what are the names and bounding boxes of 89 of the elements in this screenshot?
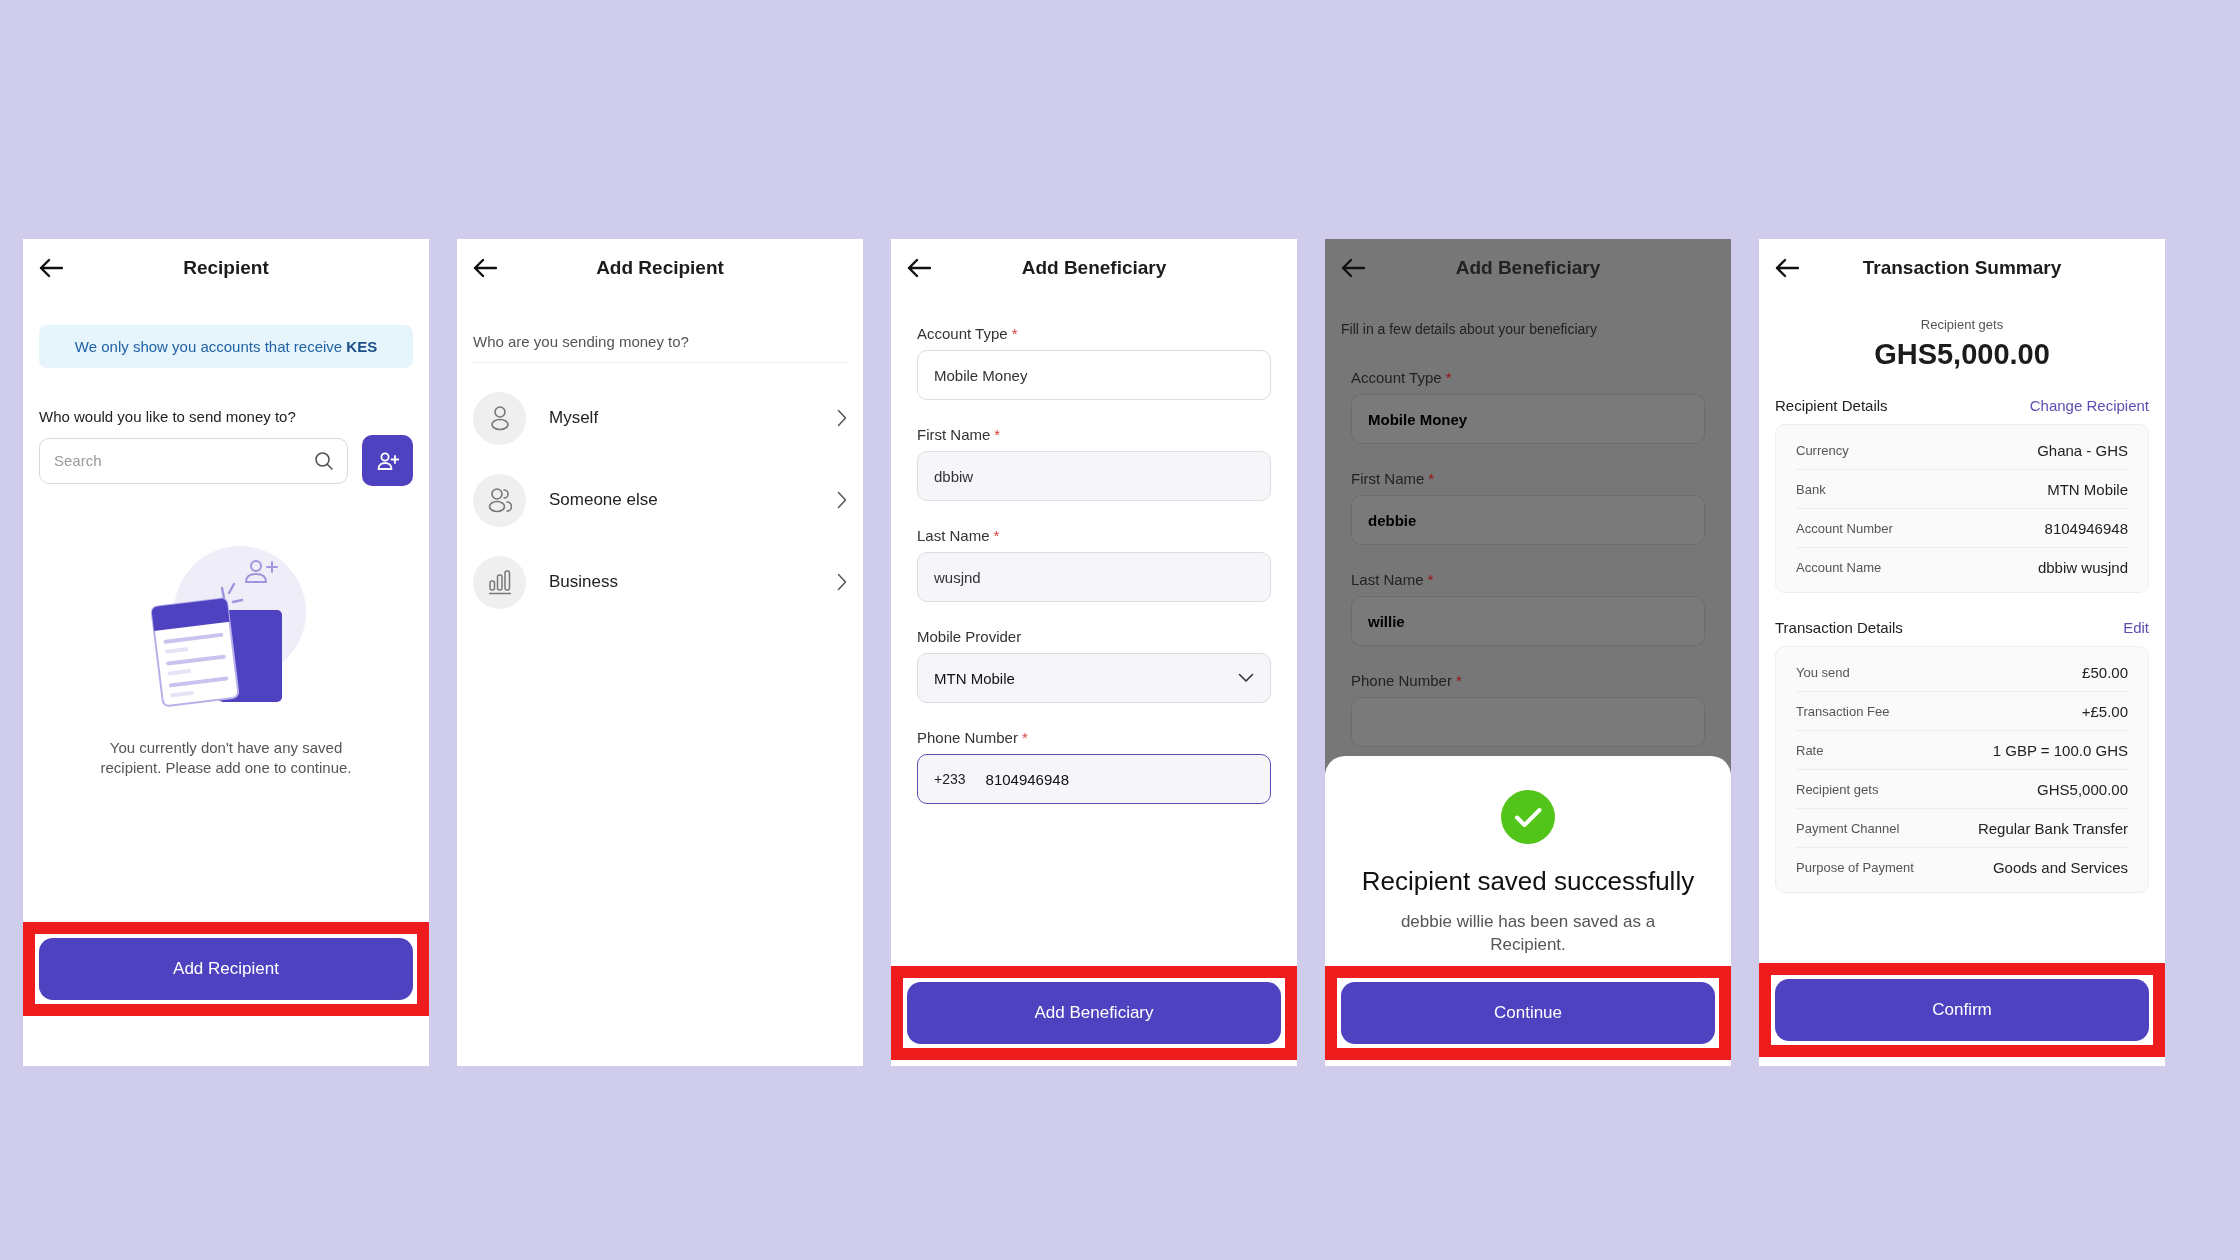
person-icon xyxy=(489,405,510,431)
section-label: Who are you sending money to? xyxy=(473,333,847,363)
sheet-title: Recipient saved successfully xyxy=(1361,866,1695,897)
required-mark: * xyxy=(1445,369,1452,386)
back-arrow-icon[interactable] xyxy=(473,258,497,278)
required-mark: * xyxy=(994,426,1001,443)
required-mark: * xyxy=(1427,571,1434,588)
screen-title: Transaction Summary xyxy=(1862,257,2062,279)
back-arrow-icon[interactable] xyxy=(907,258,931,278)
option-label: Someone else xyxy=(549,490,659,510)
option-row[interactable]: Myself xyxy=(473,377,847,459)
required-mark: * xyxy=(1011,325,1018,342)
chevron-right-icon xyxy=(837,491,847,509)
section-title: Recipient Details xyxy=(1775,397,1888,414)
primary-button[interactable]: Confirm xyxy=(1775,979,2149,1041)
primary-button[interactable]: Continue xyxy=(1341,982,1715,1044)
field-label: Account Type xyxy=(917,325,1008,342)
detail-label: Payment Channel xyxy=(1796,820,1900,836)
primary-button[interactable]: Add Beneficiary xyxy=(907,982,1281,1044)
field-label: First Name xyxy=(917,426,991,443)
option-label: Business xyxy=(549,572,619,592)
detail-value: Regular Bank Transfer xyxy=(1977,819,2128,837)
option-row[interactable]: Someone else xyxy=(473,459,847,541)
detail-value: 1 GBP = 100.0 GHS xyxy=(1992,741,2128,759)
detail-value: £50.00 xyxy=(2082,663,2128,681)
required-mark: * xyxy=(993,527,1000,544)
chevron-right-icon xyxy=(837,409,847,427)
field-label: Last Name xyxy=(917,527,990,544)
screen-title: Add Recipient xyxy=(596,257,724,279)
input-field[interactable]: wusjnd xyxy=(917,552,1271,602)
detail-label: Recipient gets xyxy=(1796,781,1879,797)
detail-label: Transaction Fee xyxy=(1796,703,1890,719)
detail-value: Goods and Services xyxy=(1992,858,2128,876)
detail-value: dbbiw wusjnd xyxy=(2037,558,2128,576)
section-link[interactable]: Edit xyxy=(2123,619,2149,636)
option-label: Myself xyxy=(549,408,600,428)
field-label: First Name xyxy=(1351,470,1425,487)
empty-state-message: You currently don't have any saved recipient. Please add one to continue. xyxy=(99,738,353,779)
field-label: Mobile Provider xyxy=(917,628,1022,645)
chevron-right-icon xyxy=(837,573,847,591)
phone-field[interactable]: +233 8104946948 xyxy=(917,754,1271,804)
option-row[interactable]: Business xyxy=(473,541,847,623)
search-field[interactable]: Search xyxy=(39,437,348,484)
required-mark: * xyxy=(1455,672,1462,689)
section-title: Transaction Details xyxy=(1775,619,1903,636)
detail-value: Ghana - GHS xyxy=(2037,441,2128,459)
required-mark: * xyxy=(1021,729,1028,746)
back-arrow-icon[interactable] xyxy=(39,258,63,278)
detail-label: Account Name xyxy=(1796,559,1882,575)
form-subtitle: Fill in a few details about your beneficiary xyxy=(1341,321,1599,337)
people-icon xyxy=(487,487,512,513)
bar-chart-icon xyxy=(486,569,513,595)
required-mark: * xyxy=(1428,470,1435,487)
detail-label: Purpose of Payment xyxy=(1796,859,1914,875)
primary-button[interactable]: Add Recipient xyxy=(39,938,413,1000)
field-label: Account Type xyxy=(1351,369,1442,386)
screen-title: Add Beneficiary xyxy=(1021,257,1167,279)
detail-label: You send xyxy=(1796,664,1850,680)
sheet-message: debbie willie has been saved as a Recipient. xyxy=(1399,911,1657,956)
back-arrow-icon[interactable] xyxy=(1775,258,1799,278)
add-recipient-button[interactable] xyxy=(362,435,413,486)
input-field[interactable]: willie xyxy=(1351,596,1705,646)
detail-value: 8104946948 xyxy=(2044,519,2128,537)
detail-value: +£5.00 xyxy=(2081,702,2128,720)
input-field[interactable]: dbbiw xyxy=(917,451,1271,501)
field-label: Phone Number xyxy=(917,729,1018,746)
section-link[interactable]: Change Recipient xyxy=(2029,397,2149,414)
field-label: Phone Number xyxy=(1351,672,1452,689)
screen-title: Recipient xyxy=(183,257,269,279)
add-person-icon xyxy=(376,451,399,470)
chevron-down-icon xyxy=(1238,673,1254,683)
search-icon xyxy=(314,450,334,471)
success-check-icon xyxy=(1501,790,1555,844)
screen-title: Add Beneficiary xyxy=(1455,257,1601,279)
detail-label: Rate xyxy=(1796,742,1824,758)
input-field[interactable]: Mobile Money xyxy=(917,350,1271,400)
input-field[interactable]: debbie xyxy=(1351,495,1705,545)
dropdown-field[interactable]: MTN Mobile xyxy=(917,653,1271,703)
detail-label: Currency xyxy=(1796,442,1849,458)
amount-value: GHS5,000.00 xyxy=(1873,338,2051,371)
detail-value: MTN Mobile xyxy=(2047,480,2128,498)
detail-label: Bank xyxy=(1796,481,1826,497)
amount-label: Recipient gets xyxy=(1919,317,2005,332)
section-label: Who would you like to send money to? xyxy=(39,408,297,425)
info-banner: We only show you accounts that receive KES xyxy=(39,325,413,368)
detail-label: Account Number xyxy=(1796,520,1893,536)
field-label: Last Name xyxy=(1351,571,1424,588)
input-field[interactable]: Mobile Money xyxy=(1351,394,1705,444)
detail-value: GHS5,000.00 xyxy=(2037,780,2128,798)
